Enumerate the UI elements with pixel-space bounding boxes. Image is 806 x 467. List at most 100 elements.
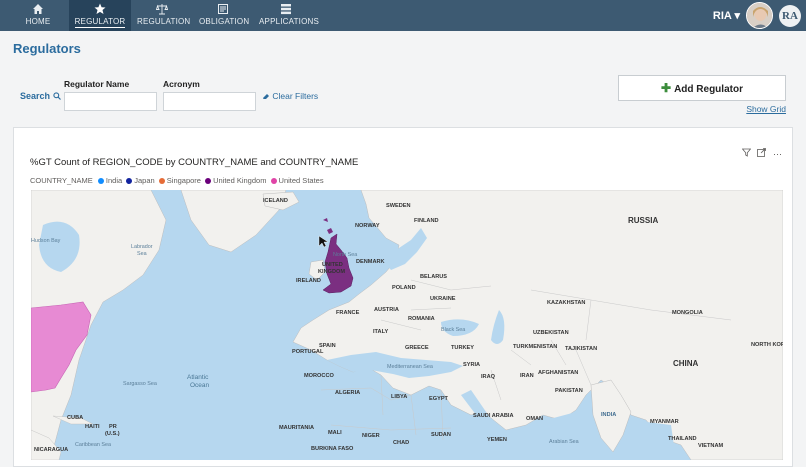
svg-text:Sargasso Sea: Sargasso Sea bbox=[123, 381, 157, 387]
svg-text:(U.S.): (U.S.) bbox=[105, 431, 120, 437]
nav-regulation[interactable]: REGULATION bbox=[137, 0, 191, 31]
nav-obligation[interactable]: OBLIGATION bbox=[199, 0, 250, 31]
svg-text:NORWAY: NORWAY bbox=[355, 223, 380, 229]
page-title: Regulators bbox=[13, 41, 81, 56]
legend-label: United Kingdom bbox=[213, 176, 267, 185]
map-visual-panel: ⋯ %GT Count of REGION_CODE by COUNTRY_NA… bbox=[13, 127, 793, 467]
company-logo: RA bbox=[779, 5, 801, 27]
user-area: RIA ▾ RA bbox=[686, 0, 806, 31]
uk-islands bbox=[323, 218, 333, 234]
svg-text:LIBYA: LIBYA bbox=[391, 394, 407, 400]
svg-text:DENMARK: DENMARK bbox=[356, 259, 385, 265]
nav-applications[interactable]: APPLICATIONS bbox=[259, 0, 319, 31]
nav-regulation-label: REGULATION bbox=[137, 17, 191, 26]
more-options-icon[interactable]: ⋯ bbox=[773, 149, 782, 159]
svg-text:KAZAKHSTAN: KAZAKHSTAN bbox=[547, 300, 585, 306]
svg-text:FRANCE: FRANCE bbox=[336, 310, 360, 316]
svg-text:TURKEY: TURKEY bbox=[451, 345, 474, 351]
svg-text:NIGER: NIGER bbox=[362, 433, 380, 439]
svg-text:MAURITANIA: MAURITANIA bbox=[279, 425, 314, 431]
svg-text:YEMEN: YEMEN bbox=[487, 437, 507, 443]
home-icon bbox=[33, 4, 43, 14]
legend-label: Japan bbox=[134, 176, 155, 185]
svg-text:North Sea: North Sea bbox=[333, 252, 357, 258]
show-grid-link[interactable]: Show Grid bbox=[746, 104, 786, 114]
legend-item-india[interactable]: India bbox=[97, 176, 123, 185]
svg-text:ICELAND: ICELAND bbox=[263, 198, 288, 204]
svg-text:ALGERIA: ALGERIA bbox=[335, 390, 360, 396]
svg-text:PR: PR bbox=[109, 424, 117, 430]
svg-text:IRAQ: IRAQ bbox=[481, 374, 496, 380]
svg-text:CHINA: CHINA bbox=[673, 359, 699, 368]
legend-item-united-states[interactable]: United States bbox=[270, 176, 324, 185]
filled-map[interactable]: ICELAND SWEDEN NORWAY FINLAND RUSSIA UNI… bbox=[31, 190, 783, 460]
star-icon bbox=[94, 3, 106, 14]
avatar[interactable] bbox=[746, 2, 773, 29]
svg-text:ITALY: ITALY bbox=[373, 329, 388, 335]
nav-regulator-label: REGULATOR bbox=[74, 17, 126, 28]
svg-text:CUBA: CUBA bbox=[67, 415, 83, 421]
focus-mode-icon[interactable] bbox=[757, 148, 769, 159]
map-canvas: ICELAND SWEDEN NORWAY FINLAND RUSSIA UNI… bbox=[31, 190, 783, 460]
nav-home-label: HOME bbox=[25, 17, 51, 26]
svg-text:UNITED: UNITED bbox=[322, 262, 343, 268]
acronym-input[interactable] bbox=[163, 92, 256, 111]
plus-icon: ✚ bbox=[661, 81, 672, 95]
legend-label: United States bbox=[278, 176, 324, 185]
svg-text:NORTH KOR: NORTH KOR bbox=[751, 342, 783, 348]
svg-text:Arabian Sea: Arabian Sea bbox=[549, 439, 579, 445]
svg-text:SYRIA: SYRIA bbox=[463, 362, 480, 368]
clear-filters-label: Clear Filters bbox=[272, 91, 319, 101]
nav-regulator[interactable]: REGULATOR bbox=[69, 0, 131, 31]
svg-text:Labrador: Labrador bbox=[131, 244, 153, 250]
svg-text:UKRAINE: UKRAINE bbox=[430, 296, 456, 302]
svg-text:BELARUS: BELARUS bbox=[420, 274, 447, 280]
svg-text:VIETNAM: VIETNAM bbox=[698, 443, 724, 449]
svg-text:Hudson Bay: Hudson Bay bbox=[31, 238, 61, 244]
nav-home[interactable]: HOME bbox=[20, 0, 56, 31]
regulator-name-input[interactable] bbox=[64, 92, 157, 111]
document-icon bbox=[218, 4, 228, 14]
nav-obligation-label: OBLIGATION bbox=[199, 17, 250, 26]
svg-text:UZBEKISTAN: UZBEKISTAN bbox=[533, 330, 569, 336]
legend-label: Singapore bbox=[166, 176, 201, 185]
chart-title: %GT Count of REGION_CODE by COUNTRY_NAME… bbox=[30, 157, 359, 168]
search-button[interactable]: Search bbox=[20, 91, 61, 101]
legend-item-singapore[interactable]: Singapore bbox=[158, 176, 201, 185]
legend-dot bbox=[205, 177, 212, 184]
svg-text:PAKISTAN: PAKISTAN bbox=[555, 388, 583, 394]
svg-text:MONGOLIA: MONGOLIA bbox=[672, 310, 703, 316]
svg-text:MOROCCO: MOROCCO bbox=[304, 373, 334, 379]
svg-text:SAUDI ARABIA: SAUDI ARABIA bbox=[473, 413, 514, 419]
svg-text:SUDAN: SUDAN bbox=[431, 432, 451, 438]
svg-text:INDIA: INDIA bbox=[601, 412, 616, 418]
add-regulator-button[interactable]: ✚ Add Regulator bbox=[618, 75, 786, 101]
svg-text:Ocean: Ocean bbox=[190, 382, 210, 389]
legend-label: India bbox=[105, 176, 123, 185]
legend-dot bbox=[126, 177, 133, 184]
svg-text:TURKMENISTAN: TURKMENISTAN bbox=[513, 344, 557, 350]
scale-icon bbox=[156, 4, 168, 15]
legend-dot bbox=[158, 177, 165, 184]
legend-item-united-kingdom[interactable]: United Kingdom bbox=[205, 176, 266, 185]
svg-text:NICARAGUA: NICARAGUA bbox=[34, 447, 68, 453]
eraser-icon bbox=[263, 94, 269, 99]
search-label: Search bbox=[20, 91, 51, 101]
svg-text:THAILAND: THAILAND bbox=[668, 436, 697, 442]
clear-filters-link[interactable]: Clear Filters bbox=[262, 91, 318, 101]
svg-text:HAITI: HAITI bbox=[85, 424, 100, 430]
svg-text:POLAND: POLAND bbox=[392, 285, 416, 291]
top-nav: HOME REGULATOR REGULATION OBLIGATION APP… bbox=[0, 0, 806, 31]
visual-toolbar: ⋯ bbox=[738, 148, 782, 160]
search-icon bbox=[52, 92, 61, 100]
svg-text:Mediterranean Sea: Mediterranean Sea bbox=[387, 364, 433, 370]
legend-item-japan[interactable]: Japan bbox=[126, 176, 155, 185]
filter-icon[interactable] bbox=[741, 148, 754, 159]
svg-text:OMAN: OMAN bbox=[526, 416, 543, 422]
user-menu[interactable]: RIA ▾ bbox=[713, 9, 740, 22]
svg-text:FINLAND: FINLAND bbox=[414, 218, 439, 224]
svg-text:PORTUGAL: PORTUGAL bbox=[292, 349, 324, 355]
svg-text:AFGHANISTAN: AFGHANISTAN bbox=[538, 370, 578, 376]
svg-text:TAJIKISTAN: TAJIKISTAN bbox=[565, 346, 597, 352]
svg-text:RUSSIA: RUSSIA bbox=[628, 216, 658, 225]
